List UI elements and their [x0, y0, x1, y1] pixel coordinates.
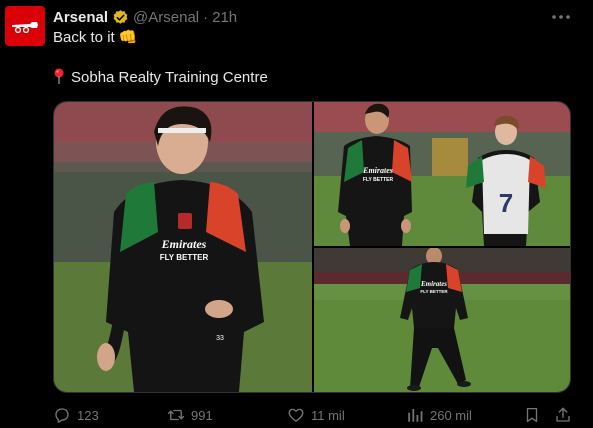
photo-2-sponsor-sub: FLY BETTER — [363, 177, 394, 183]
reply-icon — [55, 408, 69, 423]
tweet-text-line: Back to it 👊 — [53, 29, 138, 46]
views-button[interactable]: 260 mil — [406, 404, 472, 426]
photo-2-bib-number: 7 — [499, 188, 513, 218]
like-count: 11 mil — [311, 407, 345, 423]
photo-3[interactable]: Emirates FLY BETTER — [314, 248, 570, 392]
verified-badge-icon — [113, 9, 128, 24]
author-name[interactable]: Arsenal — [53, 9, 108, 26]
photo-2-sponsor: Emirates — [362, 166, 393, 175]
photo-3-sponsor: Emirates — [420, 280, 447, 288]
reply-button[interactable]: 123 — [53, 404, 99, 426]
photo-3-sponsor-sub: FLY BETTER — [420, 289, 448, 294]
separator-dot: · — [203, 8, 209, 26]
more-icon — [552, 15, 570, 19]
arsenal-cannon-logo — [12, 22, 38, 33]
photo-2-image: Emirates FLY BETTER 7 — [314, 102, 570, 246]
avatar[interactable] — [5, 6, 45, 46]
tweet-location-line: Sobha Realty Training Centre — [53, 68, 268, 88]
tweet-header: Arsenal @Arsenal · 21h — [53, 8, 237, 26]
photo-3-image: Emirates FLY BETTER — [314, 248, 570, 392]
share-icon — [556, 407, 570, 422]
photo-1-sponsor-sub: FLY BETTER — [160, 253, 209, 262]
photo-1-sponsor: Emirates — [161, 237, 207, 251]
media-grid: Emirates FLY BETTER 33 Emirates FLY BETT… — [53, 101, 571, 393]
photo-1-number: 33 — [216, 335, 224, 342]
repost-button[interactable]: 991 — [167, 404, 213, 426]
pin-icon — [54, 68, 64, 84]
share-button[interactable] — [554, 404, 572, 426]
views-count: 260 mil — [430, 407, 472, 423]
location-text: Sobha Realty Training Centre — [71, 69, 268, 86]
bookmark-icon — [526, 407, 538, 423]
more-button[interactable] — [551, 9, 571, 25]
repost-count: 991 — [191, 407, 213, 423]
author-handle[interactable]: @Arsenal — [133, 9, 199, 26]
heart-icon — [288, 408, 304, 422]
bookmark-button[interactable] — [523, 404, 541, 426]
photo-1[interactable]: Emirates FLY BETTER 33 — [54, 102, 312, 392]
tweet-actions: 123 991 11 mil 260 mil — [53, 404, 573, 426]
photo-2[interactable]: Emirates FLY BETTER 7 — [314, 102, 570, 246]
photo-1-image: Emirates FLY BETTER 33 — [54, 102, 312, 392]
timestamp[interactable]: 21h — [212, 9, 237, 26]
repost-icon — [167, 409, 185, 421]
views-icon — [408, 409, 423, 422]
like-button[interactable]: 11 mil — [287, 404, 345, 426]
reply-count: 123 — [77, 407, 99, 423]
